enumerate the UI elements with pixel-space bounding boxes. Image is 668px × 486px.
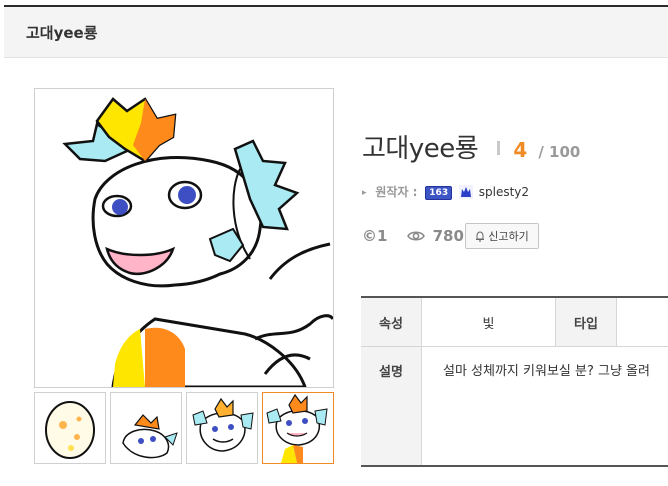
stats-row: ©1 780 신고하기 <box>362 223 539 249</box>
view-count: 780 <box>432 227 464 245</box>
description-text: 설마 성체까지 키워보실 분? 그냥 올려 <box>443 364 650 379</box>
attribute-value: 빛 <box>482 316 495 332</box>
page-title: 고대yee룡 <box>26 24 98 42</box>
type-value <box>617 298 668 346</box>
dragon-illustration <box>62 97 333 387</box>
report-button-label: 신고하기 <box>488 230 529 243</box>
creature-title-row: 고대yee룡 4 / 100 <box>362 128 580 165</box>
creature-level: 4 <box>513 138 528 162</box>
teen-dragon-icon <box>192 397 254 452</box>
divider <box>421 347 422 465</box>
attribute-row: 속성 빛 타입 <box>361 298 668 347</box>
type-header: 타입 <box>556 298 616 346</box>
thumb-teen[interactable] <box>186 392 258 464</box>
egg-icon <box>45 401 95 459</box>
copyright-count: ©1 <box>362 227 388 245</box>
attribute-header: 속성 <box>361 298 421 346</box>
title-separator <box>497 141 501 155</box>
author-row: ▸ 원작자 : 163 splesty2 <box>362 183 529 200</box>
author-name-link[interactable]: splesty2 <box>479 185 529 199</box>
adult-dragon-icon <box>266 393 328 463</box>
author-level-badge: 163 <box>425 186 453 200</box>
description-row: 설명 설마 성체까지 키워보실 분? 그냥 올려 <box>361 347 668 465</box>
thumb-adult[interactable] <box>262 392 334 464</box>
creature-level-max: / 100 <box>538 143 581 161</box>
author-avatar-icon[interactable] <box>458 185 473 199</box>
eye-icon <box>406 231 425 241</box>
page-header: 고대yee룡 <box>4 7 668 58</box>
author-label: 원작자 : <box>375 185 418 199</box>
description-header: 설명 <box>361 347 421 465</box>
creature-main-image <box>34 88 334 388</box>
report-button[interactable]: 신고하기 <box>465 223 539 249</box>
thumb-egg[interactable] <box>34 392 106 464</box>
thumb-baby[interactable] <box>110 392 182 464</box>
creature-name: 고대yee룡 <box>362 134 479 164</box>
baby-dragon-icon <box>122 414 178 459</box>
bullet-arrow-icon: ▸ <box>362 188 367 198</box>
bell-icon <box>476 230 485 242</box>
info-table: 속성 빛 타입 설명 설마 성체까지 키워보실 분? 그냥 올려 <box>361 296 668 467</box>
